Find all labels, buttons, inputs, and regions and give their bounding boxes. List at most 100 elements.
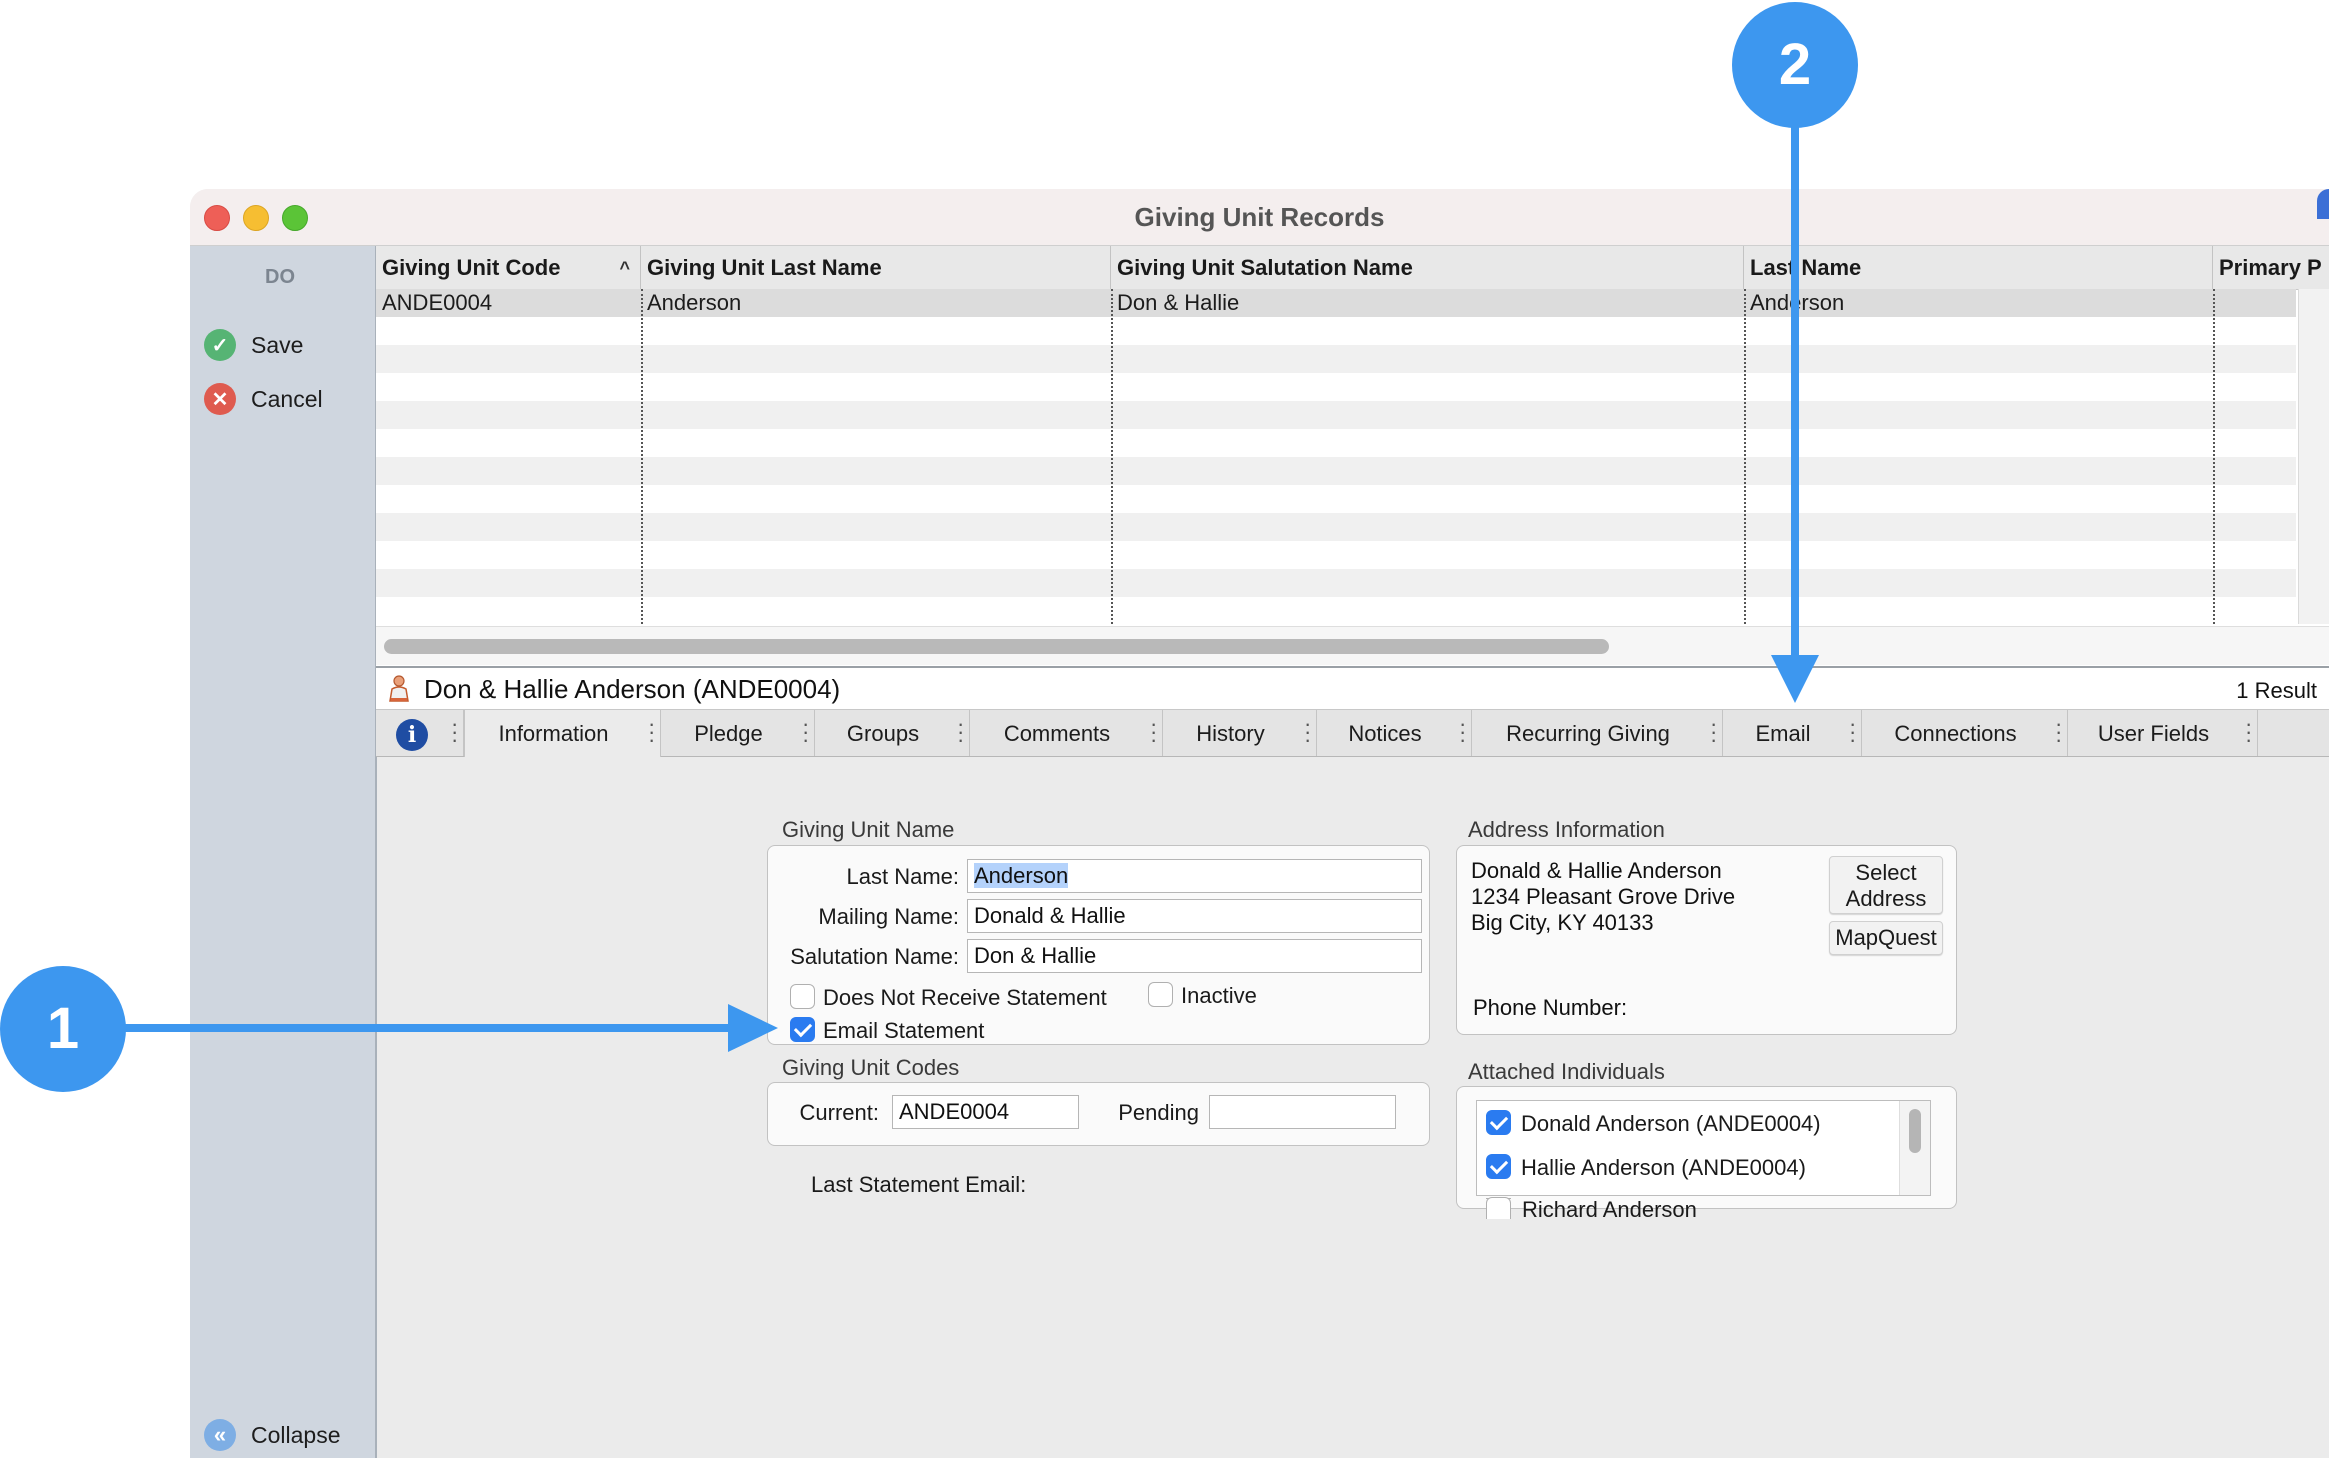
pending-code-label: Pending xyxy=(1118,1100,1199,1125)
tab-information[interactable]: Information · · · xyxy=(464,710,661,757)
tab-menu-dots-icon[interactable]: · · · xyxy=(2245,713,2252,751)
column-separator xyxy=(2213,289,2215,624)
tab-label: Connections xyxy=(1894,721,2017,746)
column-header-individual-last-name[interactable]: Last Name xyxy=(1744,246,2213,289)
column-header-last-name[interactable]: Giving Unit Last Name xyxy=(641,246,1111,289)
phone-number-label: Phone Number: xyxy=(1473,995,1628,1020)
record-header-bar: Don & Hallie Anderson (ANDE0004) 1 Resul… xyxy=(376,668,2329,710)
cell-last-name: Anderson xyxy=(647,290,742,315)
column-separator xyxy=(1111,289,1113,624)
last-statement-email-label: Last Statement Email: xyxy=(811,1172,1027,1197)
tab-menu-dots-icon[interactable]: · · · xyxy=(451,713,458,751)
cancel-button[interactable]: ✕ Cancel xyxy=(204,382,323,416)
tab-label: Groups xyxy=(846,721,920,746)
tab-menu-dots-icon[interactable]: · · · xyxy=(802,713,809,751)
tab-recurring-giving[interactable]: Recurring Giving · · · xyxy=(1472,710,1723,756)
tab-info[interactable]: i · · · xyxy=(376,710,464,756)
column-header-label: Giving Unit Code xyxy=(382,255,561,280)
tab-menu-dots-icon[interactable]: · · · xyxy=(1150,713,1157,751)
attached-individual-checkbox[interactable] xyxy=(1486,1110,1511,1135)
last-name-input[interactable]: Anderson xyxy=(967,859,1422,893)
salutation-name-input[interactable]: Don & Hallie xyxy=(967,939,1422,973)
does-not-receive-statement-checkbox[interactable] xyxy=(790,984,815,1009)
address-line: Big City, KY 40133 xyxy=(1471,910,1654,935)
tab-pledge[interactable]: Pledge · · · xyxy=(661,710,815,756)
mailing-name-input[interactable]: Donald & Hallie xyxy=(967,899,1422,933)
attached-individual-label[interactable]: Hallie Anderson (ANDE0004) xyxy=(1521,1155,1806,1181)
select-address-button[interactable]: Select Address xyxy=(1829,856,1943,914)
attached-individual-checkbox[interactable] xyxy=(1486,1197,1511,1219)
vertical-scrollbar[interactable] xyxy=(2298,289,2329,624)
info-icon: i xyxy=(396,719,428,751)
cell-individual-last-name: Anderson xyxy=(1744,289,2213,317)
mailing-name-label: Mailing Name: xyxy=(818,904,959,929)
tab-menu-dots-icon[interactable]: · · · xyxy=(1710,713,1717,751)
save-button[interactable]: ✓ Save xyxy=(204,328,303,362)
tab-bar: i · · · Information · · · Pledge · · · Groups … xyxy=(376,710,2329,757)
attached-individual-label[interactable]: Donald Anderson (ANDE0004) xyxy=(1521,1111,1821,1137)
giving-unit-name-title: Giving Unit Name xyxy=(782,817,955,842)
cancel-label: Cancel xyxy=(251,385,323,412)
email-statement-checkbox[interactable] xyxy=(790,1017,815,1042)
attached-individual-checkbox[interactable] xyxy=(1486,1154,1511,1179)
address-information-group: Donald & Hallie Anderson 1234 Pleasant G… xyxy=(1456,845,1957,1035)
cell-salutation: Don & Hallie xyxy=(1117,290,1240,315)
tab-menu-dots-icon[interactable]: · · · xyxy=(2055,713,2062,751)
giving-unit-codes-group: Current: ANDE0004 Pending xyxy=(767,1082,1430,1146)
double-chevron-left-icon: « xyxy=(204,1419,236,1451)
does-not-receive-statement-label: Does Not Receive Statement xyxy=(823,985,1107,1010)
tab-menu-dots-icon[interactable]: · · · xyxy=(957,713,964,751)
arrow-head-down-icon xyxy=(1771,655,1819,703)
inactive-checkbox[interactable] xyxy=(1148,982,1173,1007)
tab-label: Comments xyxy=(1003,721,1111,746)
column-header-salutation[interactable]: Giving Unit Salutation Name xyxy=(1111,246,1744,289)
tab-notices[interactable]: Notices · · · xyxy=(1317,710,1472,756)
select-address-label-line2: Address xyxy=(1845,886,1927,911)
title-bar[interactable]: Giving Unit Records xyxy=(190,189,2329,246)
horizontal-scroll-thumb[interactable] xyxy=(384,639,1609,654)
empty-row xyxy=(376,485,2296,513)
salutation-name-label: Salutation Name: xyxy=(790,944,959,969)
tab-menu-dots-icon[interactable]: · · · xyxy=(1304,713,1311,751)
save-label: Save xyxy=(251,331,304,358)
tab-comments[interactable]: Comments · · · xyxy=(970,710,1163,756)
result-count: 1 Result xyxy=(2236,678,2317,703)
column-separator xyxy=(641,289,643,624)
horizontal-scrollbar[interactable] xyxy=(376,626,2329,665)
attached-individual-label[interactable]: Richard Anderson xyxy=(1522,1197,1697,1223)
background-window-edge xyxy=(2317,189,2329,219)
empty-row xyxy=(376,541,2296,569)
checkmark-icon: ✓ xyxy=(204,329,236,361)
last-name-value: Anderson xyxy=(974,863,1069,888)
empty-row xyxy=(376,429,2296,457)
tab-groups[interactable]: Groups · · · xyxy=(815,710,970,756)
tab-user-fields[interactable]: User Fields · · · xyxy=(2068,710,2258,756)
tab-label: Recurring Giving xyxy=(1506,721,1670,746)
tab-menu-dots-icon[interactable]: · · · xyxy=(1459,713,1466,751)
empty-row xyxy=(376,345,2296,373)
address-line: Donald & Hallie Anderson xyxy=(1471,858,1722,883)
tab-connections[interactable]: Connections · · · xyxy=(1862,710,2068,756)
giving-unit-name-group: Last Name: Anderson Mailing Name: Donald… xyxy=(767,845,1430,1045)
column-separator xyxy=(1744,289,1746,624)
tab-label: Pledge xyxy=(694,721,763,746)
address-information-title: Address Information xyxy=(1468,817,1665,842)
collapse-button[interactable]: « Collapse xyxy=(204,1418,341,1452)
sidebar-section-label: DO xyxy=(265,266,295,288)
select-address-label-line1: Select xyxy=(1855,860,1917,885)
tab-menu-dots-icon[interactable]: · · · xyxy=(1849,713,1856,751)
sort-ascending-icon: ^ xyxy=(619,258,630,278)
tab-menu-dots-icon[interactable]: · · · xyxy=(648,713,655,751)
tab-email[interactable]: Email · · · xyxy=(1723,710,1862,756)
pending-code-input[interactable] xyxy=(1209,1095,1396,1129)
column-header-code[interactable]: Giving Unit Code ^ xyxy=(376,246,641,289)
tab-history[interactable]: History · · · xyxy=(1163,710,1317,756)
mapquest-button[interactable]: MapQuest xyxy=(1829,921,1943,955)
last-name-label: Last Name: xyxy=(846,864,960,889)
window-title: Giving Unit Records xyxy=(1134,202,1385,232)
table-row[interactable]: ANDE0004 Anderson Don & Hallie Anderson xyxy=(376,289,2296,317)
current-code-input[interactable]: ANDE0004 xyxy=(892,1095,1079,1129)
column-header-primary[interactable]: Primary P xyxy=(2213,246,2329,289)
attached-list-scrollbar[interactable] xyxy=(1899,1101,1930,1195)
attached-list-scroll-thumb[interactable] xyxy=(1909,1109,1921,1153)
